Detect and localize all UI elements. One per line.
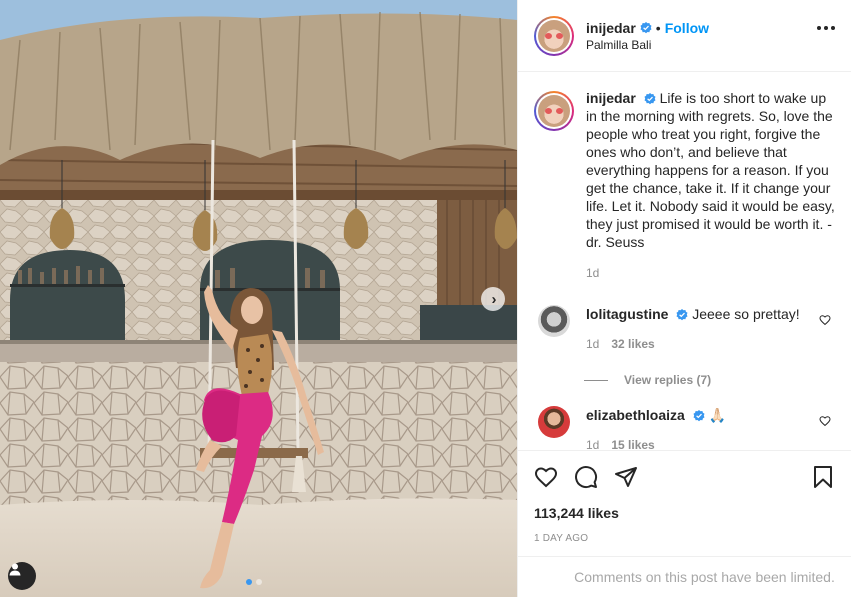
- carousel-dot-1: [246, 579, 252, 585]
- caption-text: Life is too short to wake up in the morn…: [586, 90, 835, 250]
- caption-timestamp[interactable]: 1d: [586, 264, 835, 282]
- comment-likes[interactable]: 15 likes: [611, 436, 654, 450]
- commenter-username[interactable]: lolitagustine: [586, 306, 668, 322]
- chevron-right-icon: ›: [491, 290, 497, 308]
- comment-likes[interactable]: 32 likes: [611, 335, 654, 353]
- save-icon[interactable]: [811, 465, 835, 489]
- user-tag-button[interactable]: [8, 562, 36, 590]
- carousel-next-button[interactable]: ›: [481, 287, 505, 311]
- view-replies-button[interactable]: View replies (7): [584, 373, 835, 387]
- post-photo[interactable]: ›: [0, 0, 517, 597]
- verified-badge-icon: [640, 21, 652, 33]
- verified-badge-icon: [676, 309, 688, 321]
- view-replies-label: View replies (7): [624, 373, 712, 387]
- post-location[interactable]: Palmilla Bali: [586, 38, 709, 52]
- post-sidebar: inijedar • Follow Palmilla Bali inijedar…: [517, 0, 851, 597]
- carousel-indicator: [246, 579, 262, 585]
- post-date[interactable]: 1 DAY AGO: [534, 533, 835, 544]
- caption-author-avatar[interactable]: [534, 91, 574, 131]
- verified-badge-icon: [693, 410, 705, 422]
- likes-count[interactable]: 113,244 likes: [534, 505, 835, 521]
- post-header: inijedar • Follow Palmilla Bali: [518, 0, 851, 72]
- comment-like-heart-icon[interactable]: [819, 314, 831, 326]
- commenter-avatar[interactable]: [538, 406, 570, 438]
- commenter-username[interactable]: elizabethloaiza: [586, 407, 685, 423]
- author-info: inijedar • Follow Palmilla Bali: [586, 20, 709, 52]
- comment-icon[interactable]: [574, 465, 598, 489]
- verified-badge-icon: [644, 93, 656, 105]
- caption-username[interactable]: inijedar: [586, 90, 636, 106]
- replies-line: [584, 379, 608, 381]
- comment-item: lolitagustine Jeeee so prettay! 1d 32 li…: [534, 305, 835, 353]
- comment-text: 🙏🏻: [708, 407, 727, 423]
- comment-timestamp[interactable]: 1d: [586, 436, 599, 450]
- comments-limited-text: Comments on this post have been limited.: [574, 569, 835, 585]
- action-bar: [534, 451, 835, 503]
- author-username[interactable]: inijedar: [586, 20, 636, 36]
- author-avatar[interactable]: [534, 15, 574, 56]
- user-tag-icon: [9, 563, 21, 576]
- heart-icon[interactable]: [534, 465, 558, 489]
- share-icon[interactable]: [614, 465, 638, 489]
- comment-like-heart-icon[interactable]: [819, 415, 831, 427]
- commenter-avatar[interactable]: [538, 305, 570, 337]
- comment-timestamp[interactable]: 1d: [586, 335, 599, 353]
- comment-item: elizabethloaiza 🙏🏻 1d 15 likes: [534, 406, 835, 450]
- separator-dot: •: [655, 19, 661, 36]
- post-actions: 113,244 likes 1 DAY AGO: [518, 450, 851, 544]
- comments-section[interactable]: inijedar Life is too short to wake up in…: [518, 73, 851, 450]
- comment-text: Jeeee so prettay!: [692, 306, 800, 322]
- more-options-icon[interactable]: [817, 26, 835, 30]
- beach-bar-swing-illustration: [0, 0, 517, 597]
- instagram-post-modal: › inijedar • Follow Palmilla Bali inijed…: [0, 0, 851, 597]
- carousel-dot-2: [256, 579, 262, 585]
- post-caption: inijedar Life is too short to wake up in…: [534, 89, 835, 282]
- follow-button[interactable]: Follow: [665, 20, 709, 36]
- comments-limited-notice: Comments on this post have been limited.: [518, 556, 851, 597]
